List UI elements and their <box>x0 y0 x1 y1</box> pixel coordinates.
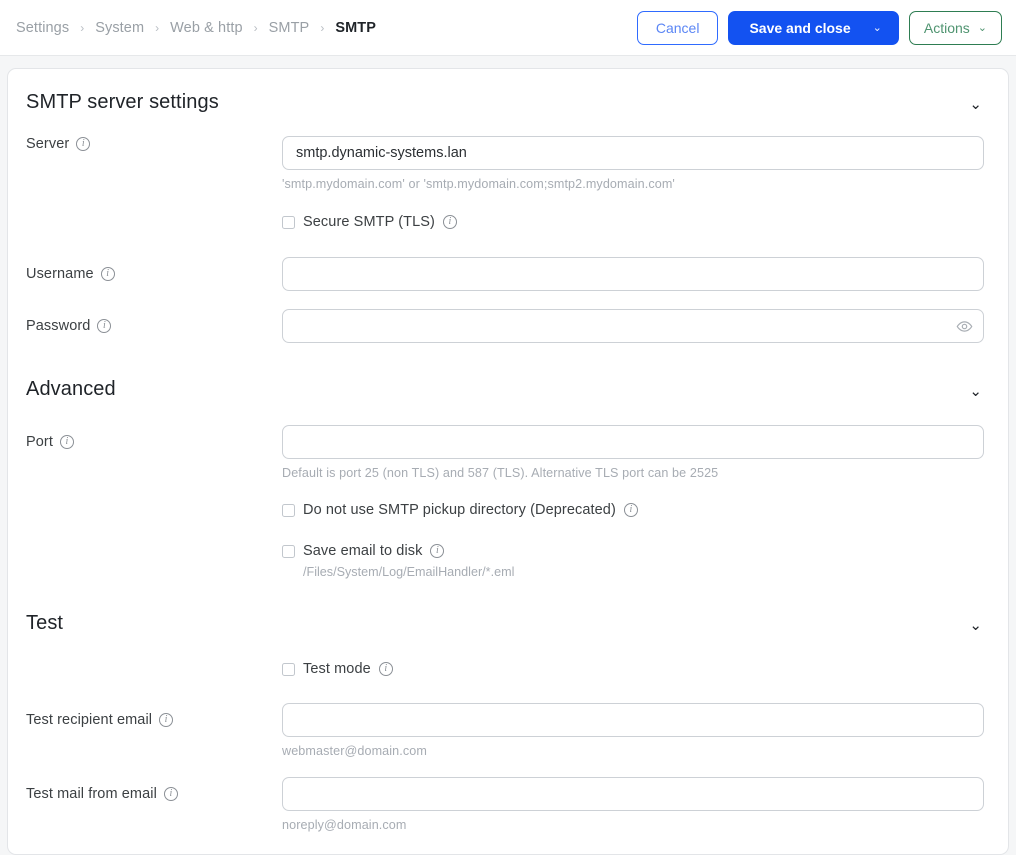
breadcrumb-separator: › <box>80 20 85 35</box>
server-label: Server <box>26 136 70 152</box>
form-row-port: Port i Default is port 25 (non TLS) and … <box>18 425 984 480</box>
secure-tls-checkbox-row[interactable]: Secure SMTP (TLS) i <box>282 214 984 230</box>
info-icon[interactable]: i <box>378 662 393 676</box>
server-hint: 'smtp.mydomain.com' or 'smtp.mydomain.co… <box>282 177 675 191</box>
password-input[interactable] <box>282 309 984 343</box>
section-title: SMTP server settings <box>26 91 219 113</box>
cancel-button[interactable]: Cancel <box>636 10 719 45</box>
test-recipient-label: Test recipient email <box>26 712 153 728</box>
info-icon[interactable]: i <box>442 215 457 229</box>
breadcrumb-item-system[interactable]: System <box>95 20 144 36</box>
breadcrumb-separator: › <box>253 20 258 35</box>
server-field-cell: 'smtp.mydomain.com' or 'smtp.mydomain.co… <box>282 136 984 191</box>
test-recipient-hint: webmaster@domain.com <box>282 744 427 758</box>
form-row-no-pickup-dir: Do not use SMTP pickup directory (Deprec… <box>18 502 984 518</box>
username-field-cell <box>282 257 984 291</box>
chevron-down-icon: ⌄ <box>977 22 987 34</box>
secure-tls-field-cell: Secure SMTP (TLS) i <box>282 214 984 230</box>
server-input[interactable] <box>282 136 984 170</box>
port-hint: Default is port 25 (non TLS) and 587 (TL… <box>282 466 719 480</box>
test-mode-checkbox-row[interactable]: Test mode i <box>282 661 984 677</box>
info-icon[interactable]: i <box>76 137 91 151</box>
info-icon[interactable]: i <box>97 319 112 333</box>
test-mail-from-input[interactable] <box>282 777 984 811</box>
section-header-smtp-server-settings[interactable]: SMTP server settings ⌄ <box>18 91 984 114</box>
save-to-disk-checkbox[interactable] <box>282 544 295 558</box>
form-row-password: Password i <box>18 309 984 343</box>
test-mail-from-label: Test mail from email <box>26 786 157 802</box>
info-icon[interactable]: i <box>623 503 638 517</box>
test-mode-field-cell: Test mode i <box>282 661 984 677</box>
form-row-save-to-disk: Save email to disk i /Files/System/Log/E… <box>18 543 984 579</box>
info-icon[interactable]: i <box>159 713 174 727</box>
info-icon[interactable]: i <box>100 267 115 281</box>
breadcrumb-separator: › <box>320 20 325 35</box>
section-title: Advanced <box>26 378 116 400</box>
password-label: Password <box>26 318 91 334</box>
actions-button[interactable]: Actions ⌄ <box>908 10 1002 45</box>
test-mode-checkbox[interactable] <box>282 662 295 676</box>
settings-card: SMTP server settings ⌄ Server i 'smtp.my… <box>7 68 1009 855</box>
section-header-test[interactable]: Test ⌄ <box>18 612 984 635</box>
save-to-disk-field-cell: Save email to disk i /Files/System/Log/E… <box>282 543 984 579</box>
info-icon[interactable]: i <box>60 435 74 449</box>
port-label: Port <box>26 434 53 450</box>
save-to-disk-checkbox-row[interactable]: Save email to disk i <box>282 543 984 559</box>
actions-button-label: Actions <box>923 19 970 36</box>
test-recipient-field-cell: webmaster@domain.com <box>282 703 984 758</box>
secure-tls-label: Secure SMTP (TLS) <box>303 214 435 230</box>
save-and-close-label: Save and close <box>749 19 851 36</box>
port-input[interactable] <box>282 425 984 459</box>
test-recipient-label-cell: Test recipient email i <box>18 703 282 737</box>
chevron-down-icon[interactable]: ⌄ <box>873 21 882 34</box>
chevron-down-icon[interactable]: ⌄ <box>963 382 988 401</box>
cancel-button-label: Cancel <box>655 19 700 36</box>
port-field-cell: Default is port 25 (non TLS) and 587 (TL… <box>282 425 984 480</box>
no-pickup-dir-label: Do not use SMTP pickup directory (Deprec… <box>303 502 616 518</box>
info-icon[interactable]: i <box>163 787 178 801</box>
test-mail-from-label-cell: Test mail from email i <box>18 777 282 811</box>
no-pickup-dir-field-cell: Do not use SMTP pickup directory (Deprec… <box>282 502 984 518</box>
form-row-test-recipient: Test recipient email i webmaster@domain.… <box>18 703 984 758</box>
username-input[interactable] <box>282 257 984 291</box>
save-and-close-button[interactable]: Save and close ⌄ <box>728 10 899 45</box>
breadcrumb-item-current: SMTP <box>335 19 376 36</box>
toolbar-actions: Cancel Save and close ⌄ Actions ⌄ <box>636 10 1002 45</box>
username-label: Username <box>26 266 94 282</box>
breadcrumb-separator: › <box>155 20 160 35</box>
chevron-down-icon[interactable]: ⌄ <box>963 616 988 635</box>
form-row-username: Username i <box>18 257 984 291</box>
save-to-disk-path-hint: /Files/System/Log/EmailHandler/*.eml <box>303 565 515 579</box>
top-toolbar: Settings › System › Web & http › SMTP › … <box>0 0 1016 56</box>
port-label-cell: Port i <box>18 425 282 459</box>
breadcrumb-item-settings[interactable]: Settings <box>16 20 69 36</box>
test-mode-label: Test mode <box>303 661 371 677</box>
secure-tls-checkbox[interactable] <box>282 215 295 229</box>
chevron-down-icon[interactable]: ⌄ <box>963 95 988 114</box>
section-header-advanced[interactable]: Advanced ⌄ <box>18 378 984 401</box>
username-label-cell: Username i <box>18 257 282 291</box>
test-mail-from-field-cell: noreply@domain.com <box>282 777 984 832</box>
no-pickup-dir-checkbox[interactable] <box>282 503 295 517</box>
test-recipient-input[interactable] <box>282 703 984 737</box>
form-row-secure-tls: Secure SMTP (TLS) i <box>18 214 984 230</box>
form-row-test-mode: Test mode i <box>18 661 984 677</box>
no-pickup-dir-checkbox-row[interactable]: Do not use SMTP pickup directory (Deprec… <box>282 502 984 518</box>
test-mail-from-hint: noreply@domain.com <box>282 818 407 832</box>
breadcrumb: Settings › System › Web & http › SMTP › … <box>16 20 637 36</box>
breadcrumb-item-smtp[interactable]: SMTP <box>269 20 310 36</box>
eye-icon[interactable] <box>956 309 973 343</box>
breadcrumb-item-web-http[interactable]: Web & http <box>170 20 242 36</box>
password-label-cell: Password i <box>18 309 282 343</box>
form-row-test-mail-from: Test mail from email i noreply@domain.co… <box>18 777 984 832</box>
save-to-disk-label: Save email to disk <box>303 543 423 559</box>
info-icon[interactable]: i <box>430 544 445 558</box>
section-title: Test <box>26 612 64 634</box>
form-row-server: Server i 'smtp.mydomain.com' or 'smtp.my… <box>18 136 984 191</box>
password-field-cell <box>282 309 984 343</box>
server-label-cell: Server i <box>18 136 282 152</box>
